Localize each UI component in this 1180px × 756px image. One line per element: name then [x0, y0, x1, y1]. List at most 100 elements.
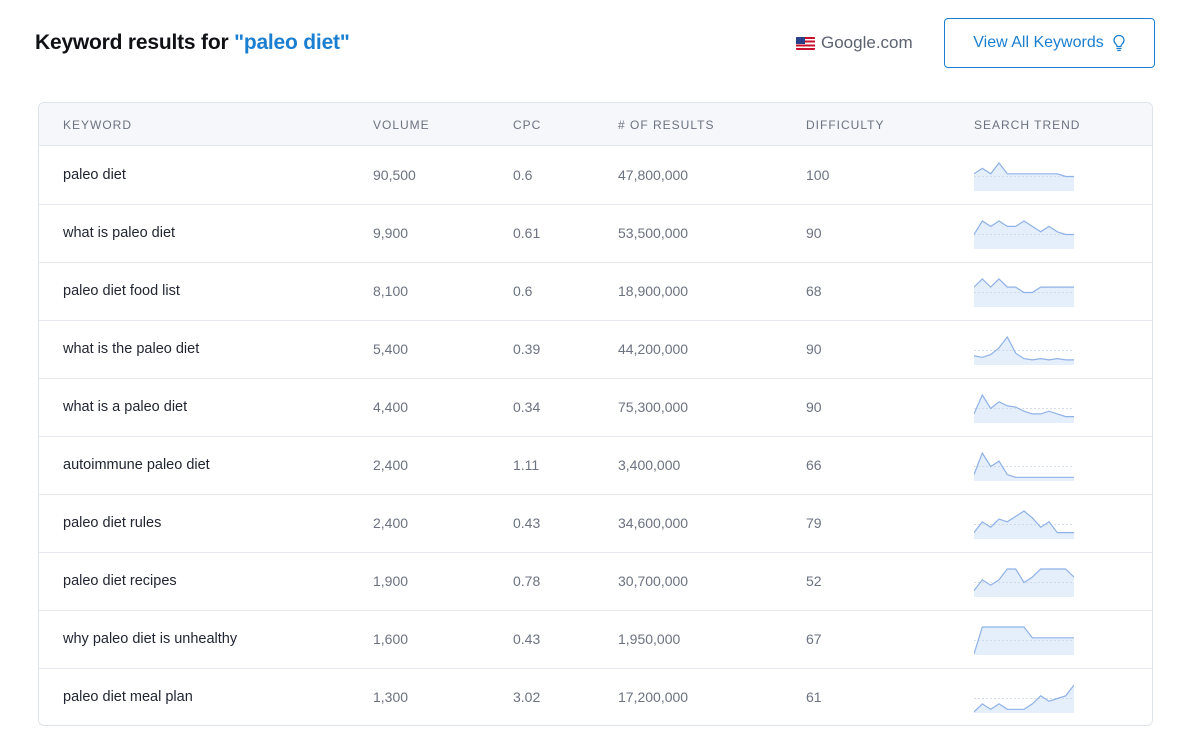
keyword-cell[interactable]: what is paleo diet	[63, 225, 175, 241]
view-all-keywords-button[interactable]: View All Keywords	[944, 18, 1155, 68]
column-header-search-trend: SEARCH TREND	[974, 118, 1081, 132]
keyword-cell[interactable]: what is a paleo diet	[63, 399, 187, 415]
search-engine-label: Google.com	[821, 33, 913, 52]
search-trend-sparkline	[974, 218, 1074, 249]
difficulty-cell: 79	[806, 515, 822, 531]
us-flag-icon	[796, 36, 815, 50]
sparkline-chart	[974, 568, 1074, 597]
table-row[interactable]: paleo diet food list 8,100 0.6 18,900,000 68	[39, 263, 1152, 321]
sparkline-chart	[974, 451, 1074, 481]
difficulty-cell: 52	[806, 573, 822, 589]
search-trend-sparkline	[974, 624, 1074, 655]
keyword-cell[interactable]: autoimmune paleo diet	[63, 457, 210, 473]
keyword-cell[interactable]: paleo diet food list	[63, 283, 180, 299]
results-cell: 1,950,000	[618, 631, 681, 647]
cpc-cell: 3.02	[513, 689, 541, 705]
keyword-results-table: KEYWORD VOLUME CPC # OF RESULTS DIFFICUL…	[38, 102, 1153, 726]
search-engine-indicator: Google.com	[796, 33, 913, 53]
table-row[interactable]: what is a paleo diet 4,400 0.34 75,300,000 9…	[39, 379, 1152, 437]
volume-cell: 1,600	[373, 631, 409, 647]
keyword-cell[interactable]: paleo diet	[63, 167, 126, 183]
cpc-cell: 1.11	[513, 457, 540, 473]
sparkline-chart	[974, 684, 1074, 713]
column-header-keyword[interactable]: KEYWORD	[63, 118, 132, 132]
column-header-results[interactable]: # OF RESULTS	[618, 118, 714, 132]
results-cell: 17,200,000	[618, 689, 689, 705]
difficulty-cell: 100	[806, 167, 830, 183]
table-row[interactable]: paleo diet recipes 1,900 0.78 30,700,000 52	[39, 553, 1152, 611]
sparkline-chart	[974, 626, 1074, 655]
results-cell: 47,800,000	[618, 167, 689, 183]
results-header: Keyword results for "paleo diet" Google.…	[0, 0, 1180, 90]
volume-cell: 2,400	[373, 515, 409, 531]
keyword-cell[interactable]: why paleo diet is unhealthy	[63, 631, 237, 647]
keyword-cell[interactable]: what is the paleo diet	[63, 341, 199, 357]
volume-cell: 1,900	[373, 573, 409, 589]
search-trend-sparkline	[974, 508, 1074, 539]
search-trend-sparkline	[974, 334, 1074, 365]
table-row[interactable]: autoimmune paleo diet 2,400 1.11 3,400,000 6…	[39, 437, 1152, 495]
sparkline-area	[974, 395, 1074, 423]
search-trend-sparkline	[974, 450, 1074, 481]
keyword-cell[interactable]: paleo diet meal plan	[63, 689, 193, 705]
search-trend-sparkline	[974, 160, 1074, 191]
difficulty-cell: 61	[806, 689, 822, 705]
keyword-cell[interactable]: paleo diet recipes	[63, 573, 177, 589]
cpc-cell: 0.43	[513, 631, 541, 647]
sparkline-area	[974, 163, 1074, 191]
table-row[interactable]: what is paleo diet 9,900 0.61 53,500,000 90	[39, 205, 1152, 263]
table-row[interactable]: paleo diet 90,500 0.6 47,800,000 100	[39, 147, 1152, 205]
page-title: Keyword results for "paleo diet"	[35, 31, 350, 55]
table-row[interactable]: paleo diet rules 2,400 0.43 34,600,000 79	[39, 495, 1152, 553]
cpc-cell: 0.6	[513, 283, 533, 299]
difficulty-cell: 67	[806, 631, 822, 647]
results-cell: 30,700,000	[618, 573, 689, 589]
search-trend-sparkline	[974, 276, 1074, 307]
cpc-cell: 0.34	[513, 399, 541, 415]
cpc-cell: 0.39	[513, 341, 541, 357]
page-title-prefix: Keyword results for	[35, 31, 235, 54]
view-all-keywords-label: View All Keywords	[973, 34, 1104, 51]
volume-cell: 8,100	[373, 283, 409, 299]
difficulty-cell: 90	[806, 225, 822, 241]
difficulty-cell: 66	[806, 457, 822, 473]
column-header-difficulty[interactable]: DIFFICULTY	[806, 118, 884, 132]
volume-cell: 1,300	[373, 689, 409, 705]
sparkline-chart	[974, 393, 1074, 423]
keyword-cell[interactable]: paleo diet rules	[63, 515, 161, 531]
table-row[interactable]: why paleo diet is unhealthy 1,600 0.43 1,95…	[39, 611, 1152, 669]
volume-cell: 90,500	[373, 167, 416, 183]
sparkline-chart	[974, 162, 1074, 191]
search-query: "paleo diet"	[234, 31, 350, 54]
difficulty-cell: 68	[806, 283, 822, 299]
cpc-cell: 0.43	[513, 515, 541, 531]
cpc-cell: 0.6	[513, 167, 533, 183]
table-header: KEYWORD VOLUME CPC # OF RESULTS DIFFICUL…	[39, 103, 1152, 146]
results-cell: 34,600,000	[618, 515, 689, 531]
sparkline-chart	[974, 278, 1074, 307]
results-cell: 18,900,000	[618, 283, 689, 299]
sparkline-area	[974, 627, 1074, 655]
cpc-cell: 0.61	[513, 225, 541, 241]
results-cell: 75,300,000	[618, 399, 689, 415]
volume-cell: 9,900	[373, 225, 409, 241]
sparkline-chart	[974, 220, 1074, 249]
sparkline-chart	[974, 510, 1074, 539]
results-cell: 44,200,000	[618, 341, 689, 357]
sparkline-area	[974, 511, 1074, 539]
column-header-volume[interactable]: VOLUME	[373, 118, 430, 132]
difficulty-cell: 90	[806, 341, 822, 357]
column-header-cpc[interactable]: CPC	[513, 118, 541, 132]
volume-cell: 4,400	[373, 399, 409, 415]
search-trend-sparkline	[974, 392, 1074, 423]
sparkline-chart	[974, 335, 1074, 365]
sparkline-area	[974, 337, 1074, 365]
lightbulb-icon	[1113, 34, 1125, 52]
results-cell: 3,400,000	[618, 457, 681, 473]
search-trend-sparkline	[974, 566, 1074, 597]
table-row[interactable]: what is the paleo diet 5,400 0.39 44,200,00…	[39, 321, 1152, 379]
difficulty-cell: 90	[806, 399, 822, 415]
table-row[interactable]: paleo diet meal plan 1,300 3.02 17,200,000 6…	[39, 669, 1152, 725]
results-cell: 53,500,000	[618, 225, 689, 241]
volume-cell: 5,400	[373, 341, 409, 357]
